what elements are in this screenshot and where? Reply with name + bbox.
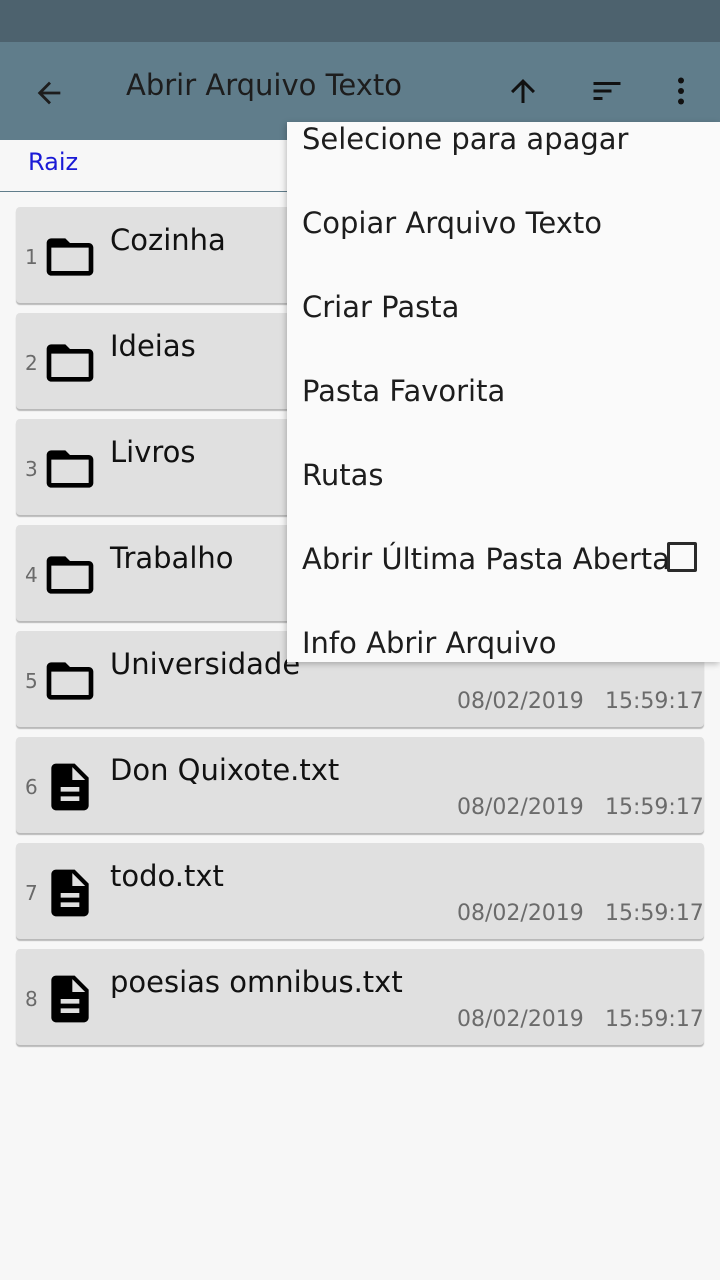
- folder-up-button[interactable]: [500, 68, 546, 114]
- text-file-icon: [42, 865, 98, 921]
- item-name: Don Quixote.txt: [110, 753, 340, 787]
- breadcrumb-root[interactable]: Raiz: [28, 148, 78, 176]
- text-file-icon: [42, 971, 98, 1027]
- item-name: Universidade: [110, 647, 301, 681]
- list-item[interactable]: 8 poesias omnibus.txt 08/02/2019 15:59:1…: [16, 949, 704, 1045]
- folder-icon: [42, 441, 98, 497]
- folder-icon: [42, 229, 98, 285]
- item-time: 15:59:17: [605, 1007, 704, 1032]
- menu-item-open-last-folder[interactable]: Abrir Última Pasta Aberta: [302, 542, 670, 576]
- item-date: 08/02/2019: [457, 795, 584, 820]
- item-name: poesias omnibus.txt: [110, 965, 403, 999]
- last-folder-checkbox[interactable]: [667, 542, 697, 572]
- folder-icon: [42, 335, 98, 391]
- item-index: 3: [25, 457, 38, 481]
- back-button[interactable]: [26, 70, 72, 116]
- item-index: 2: [25, 351, 38, 375]
- item-name: Cozinha: [110, 223, 226, 257]
- item-time: 15:59:17: [605, 795, 704, 820]
- menu-item-favorite-folder[interactable]: Pasta Favorita: [302, 374, 505, 408]
- list-item[interactable]: 6 Don Quixote.txt 08/02/2019 15:59:17: [16, 737, 704, 833]
- arrow-up-icon: [511, 79, 535, 103]
- item-index: 1: [25, 245, 38, 269]
- folder-icon: [42, 547, 98, 603]
- item-index: 4: [25, 563, 38, 587]
- folder-icon: [42, 653, 98, 709]
- text-file-icon: [42, 759, 98, 815]
- menu-item-copy-text-file[interactable]: Copiar Arquivo Texto: [302, 206, 602, 240]
- list-item[interactable]: 7 todo.txt 08/02/2019 15:59:17: [16, 843, 704, 939]
- menu-item-open-file-info[interactable]: Info Abrir Arquivo: [302, 626, 556, 660]
- page-title: Abrir Arquivo Texto: [126, 68, 402, 102]
- item-time: 15:59:17: [605, 901, 704, 926]
- item-name: Livros: [110, 435, 196, 469]
- item-index: 6: [25, 775, 38, 799]
- item-index: 7: [25, 881, 38, 905]
- item-name: Trabalho: [110, 541, 234, 575]
- arrow-left-icon: [37, 81, 61, 105]
- sort-icon: [593, 82, 621, 100]
- overflow-menu: Selecione para apagar Copiar Arquivo Tex…: [287, 122, 720, 662]
- overflow-menu-button[interactable]: [658, 68, 704, 114]
- item-date: 08/02/2019: [457, 901, 584, 926]
- item-index: 8: [25, 987, 38, 1011]
- sort-button[interactable]: [584, 68, 630, 114]
- item-index: 5: [25, 669, 38, 693]
- menu-item-select-to-delete[interactable]: Selecione para apagar: [302, 122, 628, 156]
- item-date: 08/02/2019: [457, 1007, 584, 1032]
- item-date: 08/02/2019: [457, 689, 584, 714]
- menu-item-routes[interactable]: Rutas: [302, 458, 383, 492]
- more-vert-icon: [678, 77, 684, 105]
- item-time: 15:59:17: [605, 689, 704, 714]
- menu-item-create-folder[interactable]: Criar Pasta: [302, 290, 459, 324]
- item-name: Ideias: [110, 329, 196, 363]
- status-bar: [0, 0, 720, 42]
- item-name: todo.txt: [110, 859, 224, 893]
